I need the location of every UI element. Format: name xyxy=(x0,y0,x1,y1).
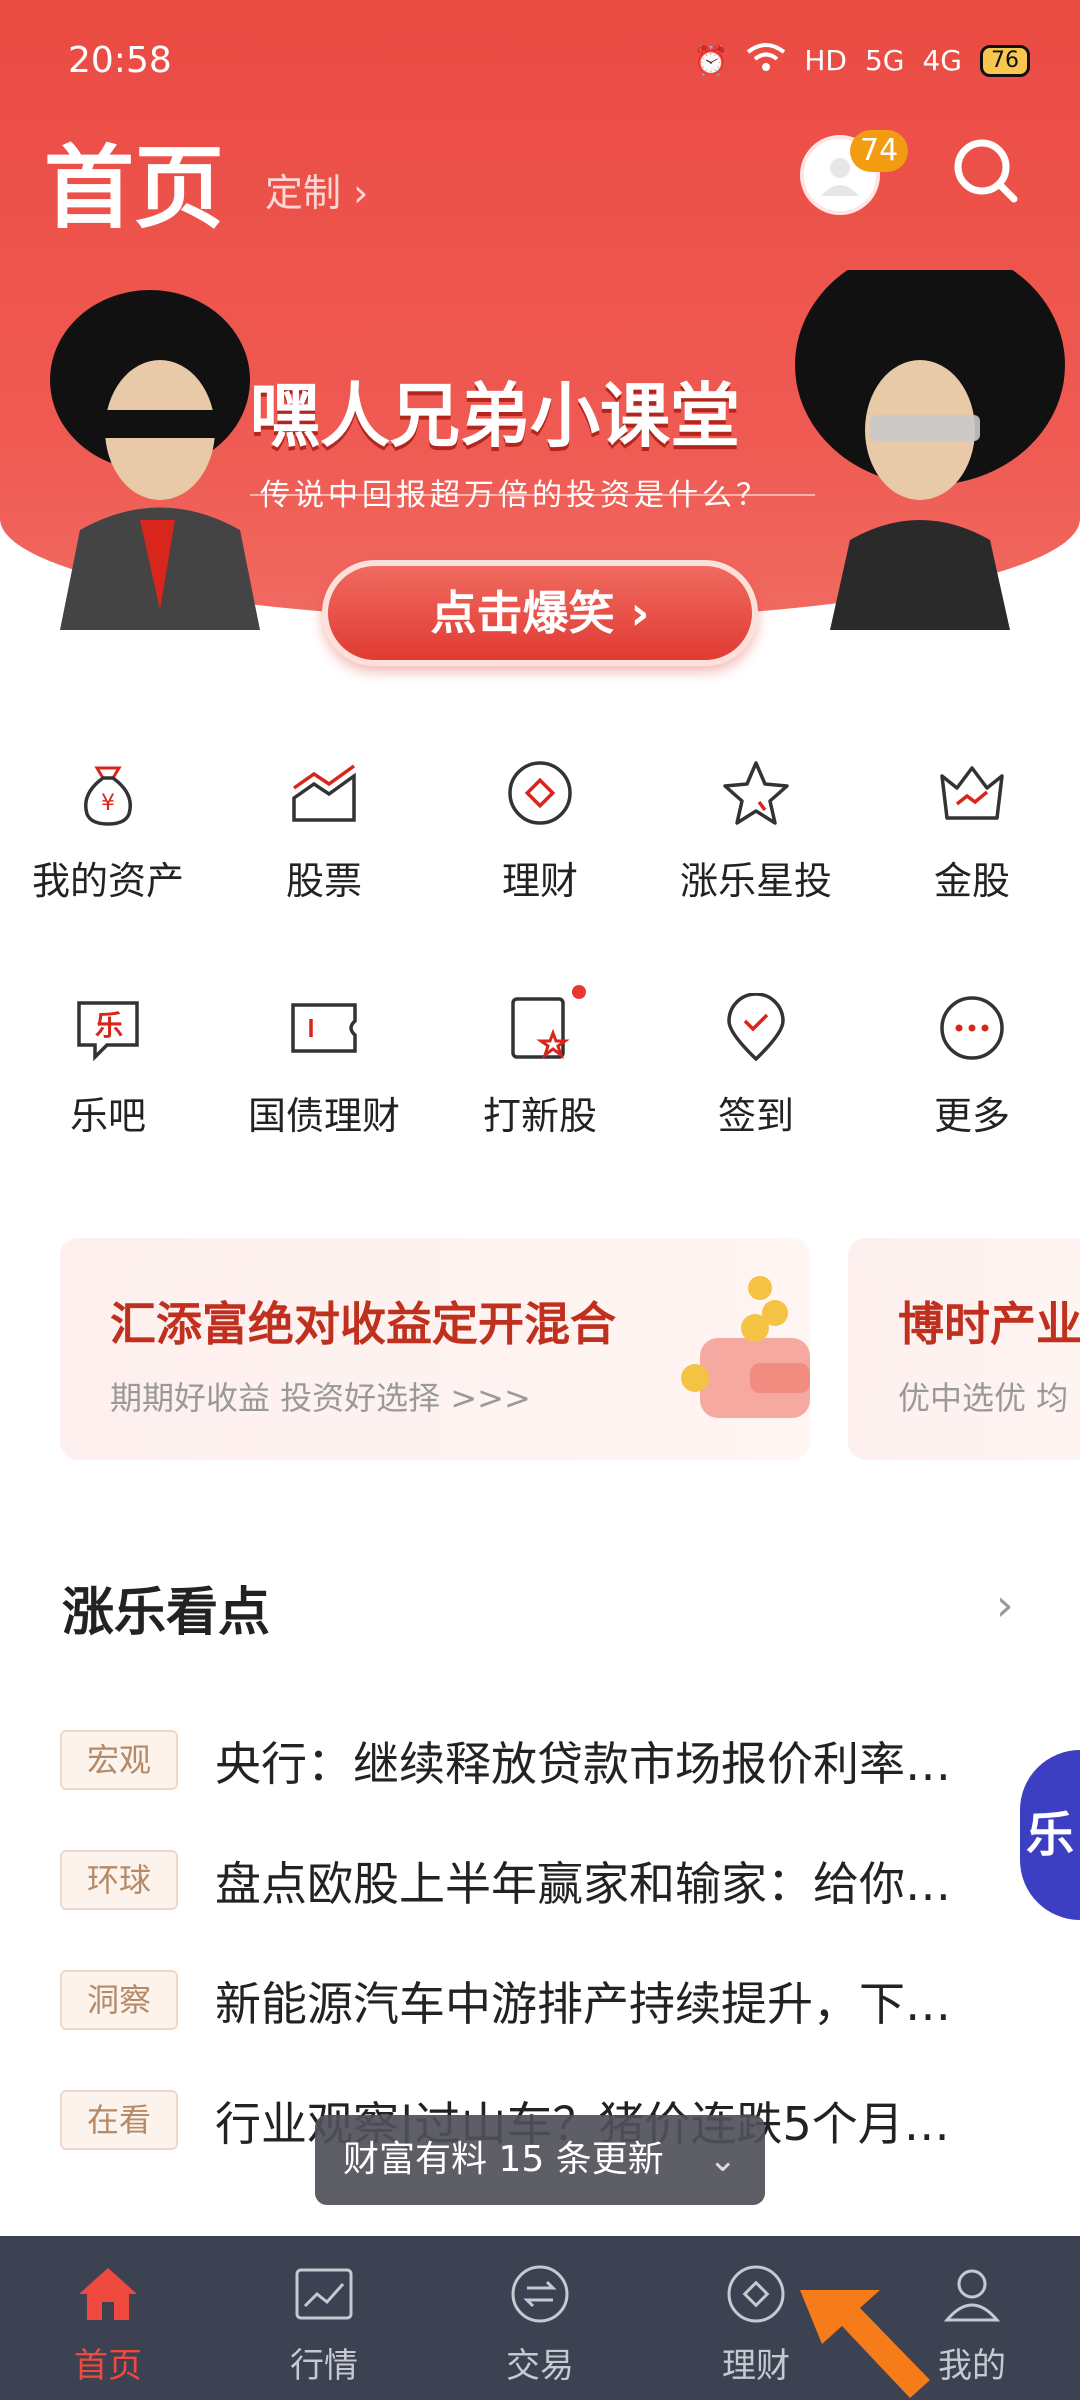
news-headline: 央行：继续释放贷款市场报价利率… xyxy=(215,1737,951,1791)
chevron-down-icon: ⌄ xyxy=(708,2140,738,2180)
finance-coin-icon xyxy=(727,2265,785,2323)
alarm-icon: ⏰ xyxy=(693,44,729,77)
signal-5g-icon: 5G xyxy=(864,44,905,77)
shortcut-label: 签到 xyxy=(717,1094,794,1138)
shortcut-label: 更多 xyxy=(933,1094,1010,1138)
chevron-right-icon[interactable]: › xyxy=(996,1580,1014,1631)
news-tag: 环球 xyxy=(60,1850,178,1910)
shortcut-row: ¥ 我的资产 股票 理财 涨乐星投 金股 xyxy=(0,750,1080,985)
home-icon xyxy=(79,2268,137,2320)
news-headline: 新能源汽车中游排产持续提升，下… xyxy=(215,1977,951,2031)
tab-market[interactable]: 行情 xyxy=(216,2236,432,2400)
status-bar: 20:58 ⏰ HD 5G 4G 76 xyxy=(0,0,1080,130)
chevron-right-icon: › xyxy=(353,171,369,215)
news-tag: 洞察 xyxy=(60,1970,178,2030)
shortcut-label: 打新股 xyxy=(482,1094,597,1138)
tab-trade[interactable]: 交易 xyxy=(432,2236,648,2400)
new-stock-icon xyxy=(511,997,570,1060)
shortcut-label: 涨乐星投 xyxy=(679,859,832,903)
promo-card[interactable]: 汇添富绝对收益定开混合 期期好收益 投资好选择 >>> xyxy=(60,1238,810,1460)
shortcut-label: 乐吧 xyxy=(69,1094,146,1138)
news-item[interactable]: 宏观 央行：继续释放贷款市场报价利率… xyxy=(0,1720,1080,1840)
shortcut-label: 理财 xyxy=(501,859,578,903)
news-tag: 宏观 xyxy=(60,1730,178,1790)
section-title: 涨乐看点 xyxy=(62,1583,271,1643)
shortcut-label: 金股 xyxy=(933,859,1010,903)
shortcut-gold-stocks[interactable]: 金股 xyxy=(864,750,1080,985)
exchange-icon xyxy=(511,2265,569,2323)
update-toast[interactable]: 财富有料 15 条更新 ⌄ xyxy=(315,2115,765,2205)
shortcut-more[interactable]: 更多 xyxy=(864,985,1080,1220)
star-icon xyxy=(723,761,789,825)
shortcut-wealth[interactable]: 理财 xyxy=(432,750,648,985)
tab-home[interactable]: 首页 xyxy=(0,2236,216,2400)
pointer-arrow-icon xyxy=(800,2290,930,2398)
promo-title: 汇添富绝对收益定开混合 xyxy=(110,1297,616,1351)
shortcut-ipo[interactable]: 打新股 xyxy=(432,985,648,1220)
hd-indicator: HD xyxy=(804,44,847,77)
banner-title: 嘿人兄弟小课堂 xyxy=(250,375,740,457)
money-bag-icon: ¥ xyxy=(84,766,132,826)
news-item[interactable]: 洞察 新能源汽车中游排产持续提升，下… xyxy=(0,1960,1080,2080)
shortcut-le-bar[interactable]: 乐 乐吧 xyxy=(0,985,216,1220)
shortcut-label: 国债理财 xyxy=(247,1094,400,1138)
wallet-coins-icon xyxy=(681,1276,810,1418)
shortcut-checkin[interactable]: 签到 xyxy=(648,985,864,1220)
shortcut-treasury[interactable]: 国债理财 xyxy=(216,985,432,1220)
location-check-icon xyxy=(727,993,785,1062)
tab-label: 行情 xyxy=(290,2346,358,2386)
promo-title: 博时产业 xyxy=(898,1297,1080,1351)
status-time: 20:58 xyxy=(68,40,172,81)
promo-subtitle: 优中选优 均 xyxy=(898,1379,1069,1417)
banner-subtitle: 传说中回报超万倍的投资是什么？ xyxy=(260,478,770,513)
stock-chart-icon xyxy=(292,764,356,822)
chat-le-icon: 乐 xyxy=(77,1001,139,1062)
banner-cta-button[interactable]: 点击爆笑 › xyxy=(322,560,758,666)
news-headline: 盘点欧股上半年赢家和输家：给你… xyxy=(215,1857,951,1911)
search-icon[interactable] xyxy=(950,135,1020,205)
shortcut-grid: ¥ 我的资产 股票 理财 涨乐星投 金股 乐 乐吧 国债理财 打新股 签到 更多 xyxy=(0,750,1080,1220)
shortcut-my-assets[interactable]: ¥ 我的资产 xyxy=(0,750,216,985)
banner-cta-label: 点击爆笑 xyxy=(430,586,615,640)
svg-text:乐: 乐 xyxy=(95,1009,123,1042)
shortcut-star-invest[interactable]: 涨乐星投 xyxy=(648,750,864,985)
market-chart-icon xyxy=(295,2268,353,2320)
svg-text:¥: ¥ xyxy=(101,791,115,816)
status-icons: ⏰ HD 5G 4G 76 xyxy=(693,42,1030,79)
page-title: 首页 xyxy=(44,136,224,241)
customize-label: 定制 xyxy=(265,171,342,215)
news-tag: 在看 xyxy=(60,2090,178,2150)
more-dots-icon xyxy=(940,996,1004,1060)
promo-subtitle: 期期好收益 投资好选择 >>> xyxy=(110,1379,531,1417)
signal-4g-icon: 4G xyxy=(922,44,962,77)
crown-icon xyxy=(940,766,1004,820)
tab-label: 首页 xyxy=(74,2346,142,2386)
promo-card[interactable]: 博时产业 优中选优 均 xyxy=(848,1238,1080,1460)
shortcut-row: 乐 乐吧 国债理财 打新股 签到 更多 xyxy=(0,985,1080,1220)
shortcut-label: 我的资产 xyxy=(31,859,184,903)
shortcut-label: 股票 xyxy=(285,859,362,903)
avatar-button[interactable]: 74 xyxy=(800,130,909,215)
finance-coin-icon xyxy=(508,761,572,825)
battery-icon: 76 xyxy=(980,44,1030,77)
new-badge-dot xyxy=(572,985,586,999)
chevron-right-icon: › xyxy=(630,586,650,640)
customize-link[interactable]: 定制 › xyxy=(265,162,368,217)
news-item[interactable]: 环球 盘点欧股上半年赢家和输家：给你… xyxy=(0,1840,1080,1960)
tab-label: 交易 xyxy=(506,2346,574,2386)
ticket-icon xyxy=(291,1003,357,1053)
toast-text: 财富有料 15 条更新 xyxy=(343,2139,664,2180)
notification-badge: 74 xyxy=(850,130,909,172)
shortcut-stocks[interactable]: 股票 xyxy=(216,750,432,985)
wifi-icon xyxy=(746,42,786,79)
floating-le-icon: 乐 xyxy=(1025,1807,1074,1863)
